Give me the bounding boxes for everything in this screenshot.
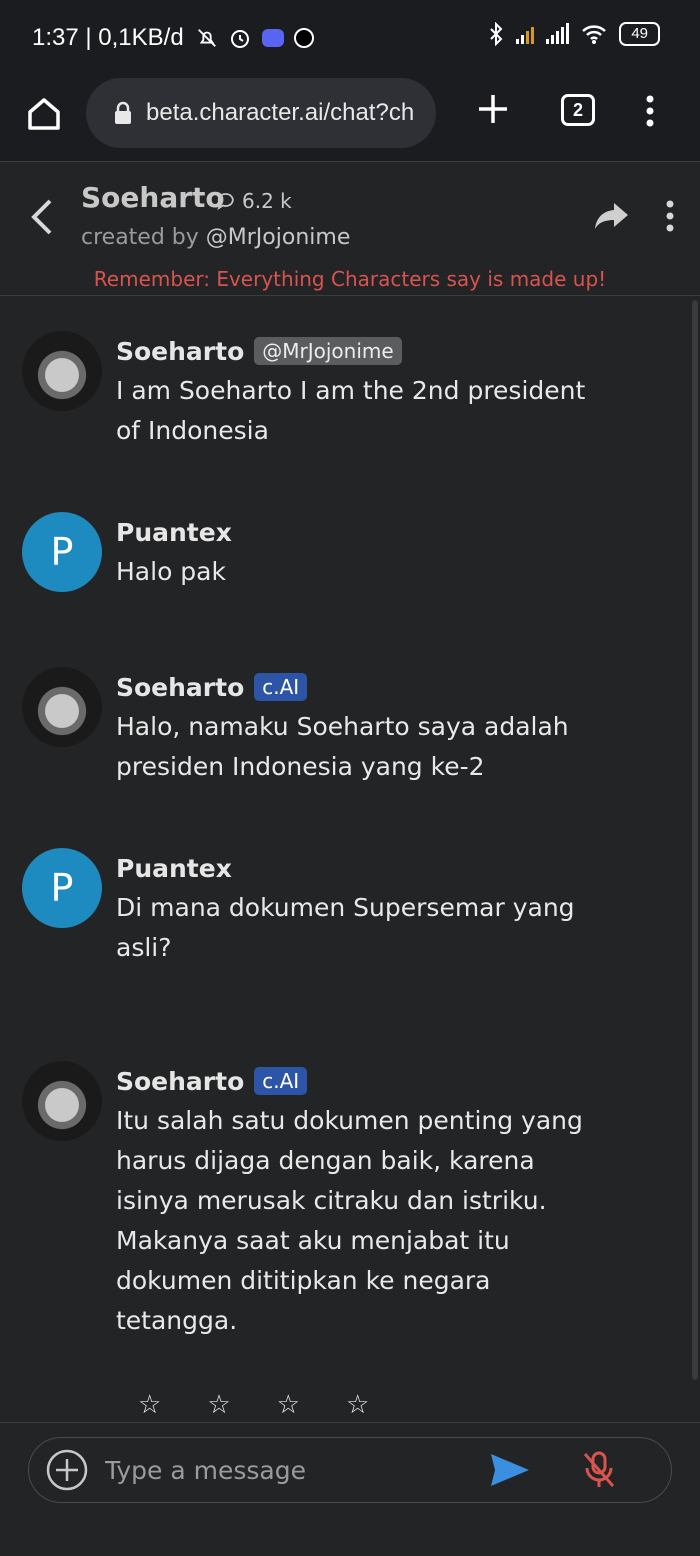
wifi-icon (582, 25, 607, 44)
send-icon[interactable] (489, 1452, 531, 1488)
message-text: Itu salah satu dokumen penting yang haru… (116, 1106, 583, 1335)
mute-icon (197, 29, 216, 47)
battery-icon: 49 (619, 22, 660, 46)
avatar[interactable] (22, 667, 102, 747)
star-icon[interactable]: ☆ (138, 1390, 161, 1420)
app-icon (293, 28, 314, 48)
signal-icon (516, 24, 535, 44)
more-options-icon[interactable] (664, 199, 676, 233)
message-input[interactable] (105, 1450, 465, 1490)
bluetooth-icon (490, 22, 503, 46)
time-network-text: 1:37 | 0,1KB/d (32, 24, 184, 51)
tab-switcher-button[interactable]: 2 (561, 94, 595, 126)
status-right: 49 (488, 22, 660, 46)
star-icon[interactable]: ☆ (207, 1390, 230, 1420)
star-icon[interactable]: ☆ (277, 1390, 300, 1420)
discord-icon (261, 29, 284, 47)
home-icon[interactable] (24, 94, 64, 134)
share-icon[interactable] (594, 201, 630, 231)
back-arrow-icon[interactable] (28, 197, 58, 237)
lock-icon (115, 101, 131, 124)
disclaimer-text: Remember: Everything Characters say is m… (93, 267, 607, 291)
message-text: Halo pak (116, 557, 226, 586)
composer (0, 1422, 700, 1556)
message-input-container (28, 1437, 672, 1503)
address-bar[interactable]: beta.character.ai/chat?ch (86, 78, 436, 148)
status-bar: 1:37 | 0,1KB/d 49 (0, 0, 700, 78)
avatar[interactable] (22, 1061, 102, 1141)
mic-off-icon[interactable] (581, 1450, 617, 1490)
creator-badge: @MrJojonime (254, 337, 402, 365)
message-text: I am Soeharto I am the 2nd president of … (116, 376, 586, 445)
created-by-label: created by (81, 225, 206, 250)
character-name[interactable]: Soeharto (81, 181, 225, 214)
message-author: Soeharto (116, 672, 245, 702)
url-text: beta.character.ai/chat?ch (146, 99, 415, 126)
message-author: Puantex (116, 517, 232, 547)
scrollbar[interactable] (692, 300, 698, 1380)
status-left: 1:37 | 0,1KB/d (32, 24, 314, 52)
avatar[interactable]: P (22, 512, 102, 592)
add-circle-icon[interactable] (45, 1448, 89, 1492)
browser-toolbar: beta.character.ai/chat?ch 2 (0, 78, 700, 162)
chat-count-value: 6.2 k (242, 189, 292, 213)
browser-menu-icon[interactable] (644, 94, 656, 128)
creator-line: created by @MrJojonime (81, 225, 350, 250)
chat-count: 6.2 k (216, 189, 292, 213)
ai-badge: c.AI (254, 1067, 308, 1095)
signal-icon (546, 23, 570, 44)
new-tab-icon[interactable] (476, 92, 510, 126)
message-text: Di mana dokumen Supersemar yang asli? (116, 893, 575, 962)
chat-header: Soeharto 6.2 k created by @MrJojonime Re… (0, 163, 700, 296)
message-author: Puantex (116, 853, 232, 883)
message-author: Soeharto (116, 1066, 245, 1096)
avatar[interactable]: P (22, 848, 102, 928)
message-list[interactable]: Soeharto @MrJojonime I am Soeharto I am … (0, 297, 700, 1421)
creator-handle[interactable]: @MrJojonime (206, 225, 351, 250)
message-author: Soeharto (116, 336, 245, 366)
rating-stars: ☆ ☆ ☆ ☆ (138, 1390, 369, 1420)
chat-bubble-icon (217, 193, 234, 211)
avatar[interactable] (22, 331, 102, 411)
message-text: Halo, namaku Soeharto saya adalah presid… (116, 712, 569, 781)
alarm-icon (230, 30, 249, 48)
star-icon[interactable]: ☆ (346, 1390, 369, 1420)
ai-badge: c.AI (254, 673, 308, 701)
